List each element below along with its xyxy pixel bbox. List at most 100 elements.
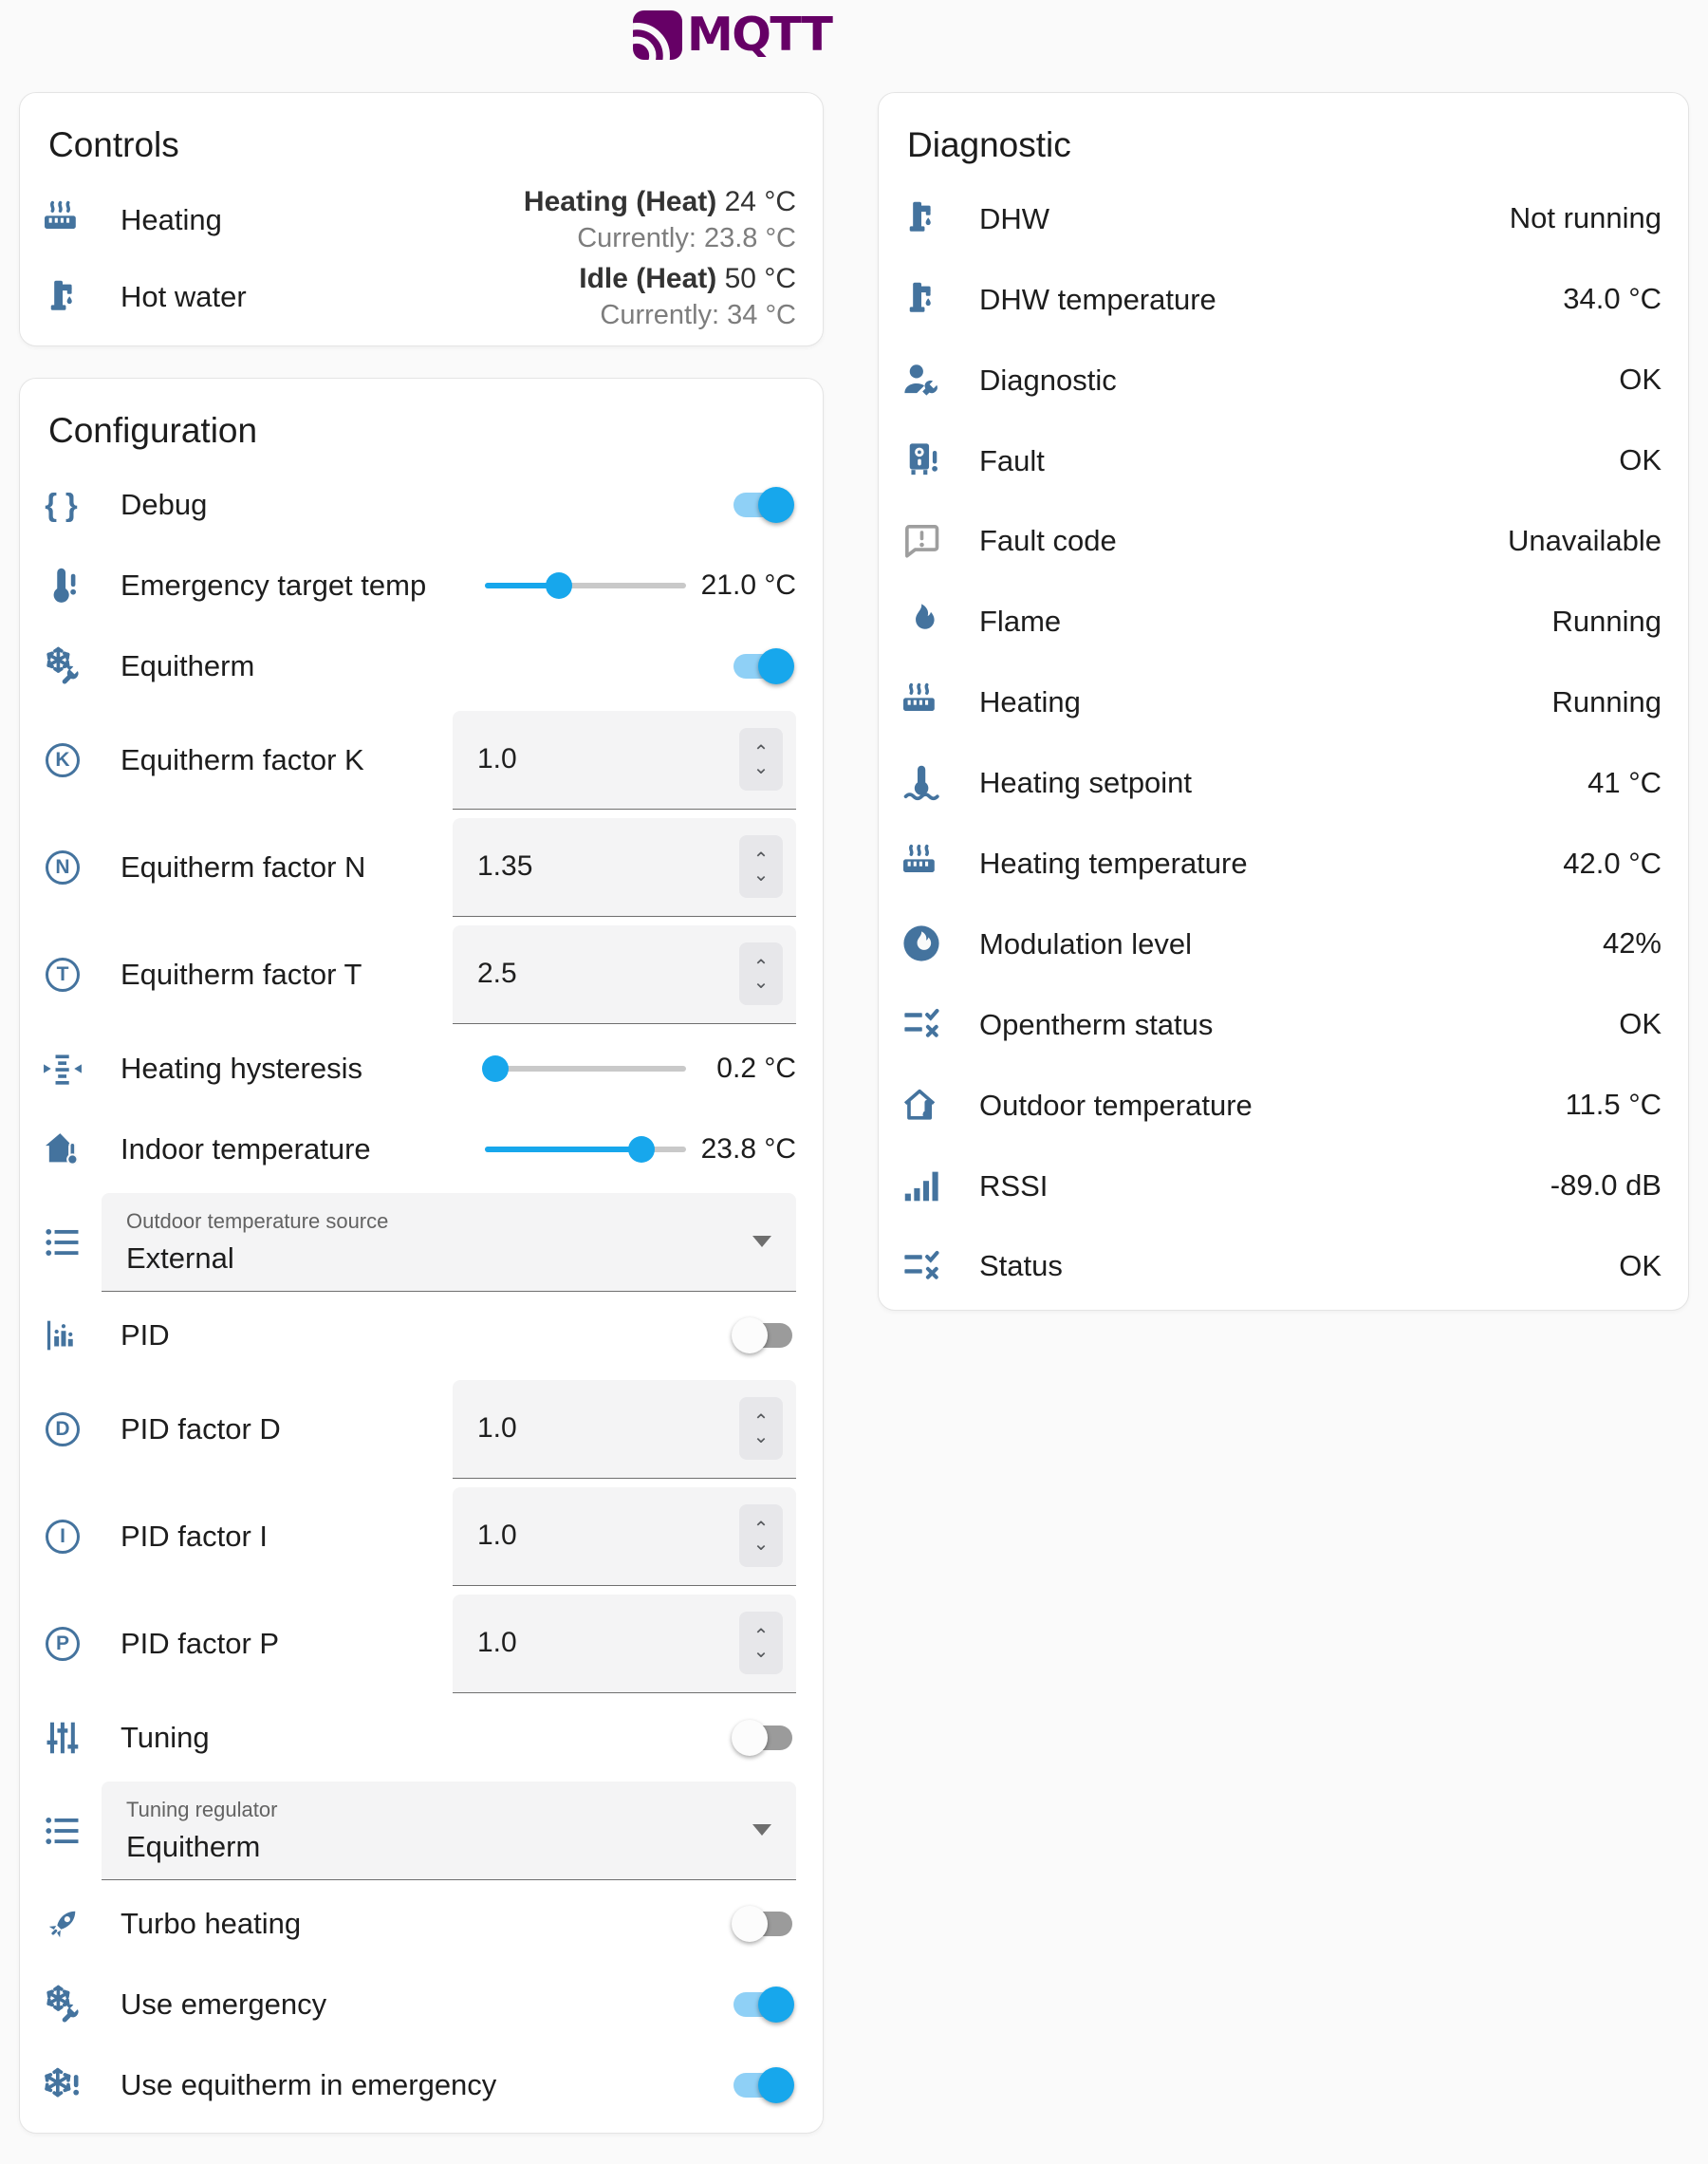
climate-state-name: Heating (Heat) bbox=[524, 186, 716, 217]
config-row-tuning: Tuning bbox=[20, 1697, 823, 1778]
thermometer-alert-icon bbox=[41, 564, 84, 607]
diag-row-fault-code[interactable]: Fault code Unavailable bbox=[879, 501, 1688, 582]
config-row-emergency-target-temp: Emergency target temp 21.0 °C bbox=[20, 545, 823, 625]
diag-row-label: Heating bbox=[979, 684, 1541, 719]
slider-knob[interactable] bbox=[628, 1136, 655, 1163]
alpha-p-circle-icon: P bbox=[41, 1622, 84, 1666]
slider-value: 23.8 °C bbox=[696, 1130, 796, 1167]
heating-hysteresis-slider[interactable] bbox=[485, 1054, 686, 1083]
diag-row-label: Status bbox=[979, 1248, 1607, 1283]
diag-row-modulation-level[interactable]: Modulation level 42% bbox=[879, 904, 1688, 984]
number-stepper[interactable]: ⌃⌄ bbox=[739, 1504, 783, 1567]
diag-row-value: 42.0 °C bbox=[1563, 847, 1662, 881]
config-row-indoor-temperature: Indoor temperature 23.8 °C bbox=[20, 1109, 823, 1189]
diag-row-label: Outdoor temperature bbox=[979, 1088, 1554, 1123]
equitherm-factor-t-input[interactable]: 2.5⌃⌄ bbox=[453, 925, 796, 1024]
slider-knob[interactable] bbox=[546, 572, 572, 599]
config-row-label: Equitherm factor N bbox=[121, 849, 453, 885]
config-row-pid: PID bbox=[20, 1295, 823, 1375]
diag-row-value: OK bbox=[1619, 1249, 1662, 1283]
equitherm-factor-k-input[interactable]: 1.0 ⌃⌄ bbox=[453, 711, 796, 810]
config-row-label: Equitherm factor T bbox=[121, 957, 453, 992]
snowflake-wrench-icon bbox=[41, 1983, 84, 2026]
number-value: 1.0 bbox=[477, 1627, 517, 1659]
mqtt-logo-icon bbox=[632, 9, 683, 61]
number-stepper[interactable]: ⌃⌄ bbox=[739, 728, 783, 791]
control-row-hot-water[interactable]: Hot water Idle (Heat) 50 °C Currently: 3… bbox=[20, 262, 823, 345]
diag-row-value: 34.0 °C bbox=[1563, 282, 1662, 316]
slider-knob[interactable] bbox=[482, 1055, 509, 1082]
alpha-n-circle-icon: N bbox=[41, 846, 84, 889]
pid-toggle[interactable] bbox=[732, 1316, 794, 1354]
indoor-temperature-slider[interactable] bbox=[485, 1135, 686, 1164]
config-row-label: Use emergency bbox=[121, 1987, 732, 2022]
list-status-icon bbox=[900, 1002, 943, 1046]
configuration-title: Configuration bbox=[20, 379, 823, 464]
diag-row-dhw-temperature[interactable]: DHW temperature 34.0 °C bbox=[879, 259, 1688, 340]
config-row-turbo-heating: Turbo heating bbox=[20, 1883, 823, 1964]
use-emergency-toggle[interactable] bbox=[732, 1986, 794, 2024]
diag-row-flame[interactable]: Flame Running bbox=[879, 581, 1688, 662]
diag-row-label: Heating temperature bbox=[979, 846, 1551, 881]
diag-row-dhw[interactable]: DHW Not running bbox=[879, 178, 1688, 259]
config-row-pid-factor-p: P PID factor P 1.0 ⌃⌄ bbox=[20, 1590, 823, 1697]
diag-row-diagnostic[interactable]: Diagnostic OK bbox=[879, 340, 1688, 420]
climate-state[interactable]: Heating (Heat) 24 °C Currently: 23.8 °C bbox=[524, 186, 796, 254]
pid-factor-p-input[interactable]: 1.0 ⌃⌄ bbox=[453, 1595, 796, 1693]
diag-row-label: DHW bbox=[979, 201, 1498, 236]
config-row-pid-factor-d: D PID factor D 1.0⌃⌄ bbox=[20, 1375, 823, 1483]
snowflake-alert-icon bbox=[41, 2063, 84, 2107]
config-row-label: Heating hysteresis bbox=[121, 1051, 477, 1086]
radiator-icon bbox=[900, 681, 943, 724]
equitherm-toggle[interactable] bbox=[732, 647, 794, 685]
number-stepper[interactable]: ⌃⌄ bbox=[739, 942, 783, 1005]
alpha-t-circle-icon: T bbox=[41, 953, 84, 997]
config-row-label: PID factor P bbox=[121, 1626, 453, 1661]
number-stepper[interactable]: ⌃⌄ bbox=[739, 835, 783, 898]
mqtt-logo: MQTT bbox=[632, 8, 831, 62]
control-row-heating[interactable]: Heating Heating (Heat) 24 °C Currently: … bbox=[20, 178, 823, 262]
emergency-target-temp-slider[interactable] bbox=[485, 571, 686, 600]
diag-row-rssi[interactable]: RSSI -89.0 dB bbox=[879, 1146, 1688, 1226]
outdoor-temperature-source-select[interactable]: Outdoor temperature source External bbox=[102, 1193, 796, 1292]
config-row-label: Debug bbox=[121, 487, 732, 522]
climate-current-temp: Currently: 34 °C bbox=[579, 300, 796, 331]
turbo-heating-toggle[interactable] bbox=[732, 1905, 794, 1943]
page-header: MQTT bbox=[0, 0, 1708, 92]
fire-icon bbox=[900, 600, 943, 644]
diag-row-label: Modulation level bbox=[979, 926, 1591, 961]
debug-toggle[interactable] bbox=[732, 486, 794, 524]
climate-state-name: Idle (Heat) bbox=[579, 263, 716, 294]
tuning-toggle[interactable] bbox=[732, 1719, 794, 1757]
water-boiler-alert-icon bbox=[900, 438, 943, 482]
config-row-label: Emergency target temp bbox=[121, 568, 477, 603]
diag-row-fault[interactable]: Fault OK bbox=[879, 420, 1688, 501]
diag-row-heating-temperature[interactable]: Heating temperature 42.0 °C bbox=[879, 823, 1688, 904]
config-row-label: Equitherm factor K bbox=[121, 742, 453, 777]
config-row-label: Use equitherm in emergency bbox=[121, 2067, 732, 2102]
select-label: Outdoor temperature source bbox=[126, 1209, 739, 1234]
diag-row-opentherm-status[interactable]: Opentherm status OK bbox=[879, 984, 1688, 1065]
config-row-label: Indoor temperature bbox=[121, 1131, 477, 1166]
config-row-label: PID factor I bbox=[121, 1519, 453, 1554]
number-stepper[interactable]: ⌃⌄ bbox=[739, 1397, 783, 1460]
tuning-regulator-select[interactable]: Tuning regulator Equitherm bbox=[102, 1782, 796, 1880]
pid-factor-i-input[interactable]: 1.0⌃⌄ bbox=[453, 1487, 796, 1586]
use-equitherm-in-emergency-toggle[interactable] bbox=[732, 2066, 794, 2104]
radiator-icon bbox=[900, 842, 943, 886]
diag-row-heating[interactable]: Heating Running bbox=[879, 662, 1688, 742]
diag-row-outdoor-temperature[interactable]: Outdoor temperature 11.5 °C bbox=[879, 1065, 1688, 1146]
tune-vertical-icon bbox=[41, 1716, 84, 1760]
number-stepper[interactable]: ⌃⌄ bbox=[739, 1612, 783, 1674]
config-row-equitherm-factor-n: N Equitherm factor N 1.35⌃⌄ bbox=[20, 813, 823, 921]
climate-state[interactable]: Idle (Heat) 50 °C Currently: 34 °C bbox=[579, 263, 796, 331]
diag-row-status[interactable]: Status OK bbox=[879, 1226, 1688, 1307]
controls-card: Controls Heating Heating (Heat) 24 °C Cu… bbox=[19, 92, 824, 346]
list-icon bbox=[41, 1221, 84, 1264]
diag-row-value: -89.0 dB bbox=[1550, 1168, 1662, 1203]
number-value: 1.0 bbox=[477, 743, 517, 775]
pid-factor-d-input[interactable]: 1.0⌃⌄ bbox=[453, 1380, 796, 1479]
alpha-k-circle-icon: K bbox=[41, 738, 84, 782]
equitherm-factor-n-input[interactable]: 1.35⌃⌄ bbox=[453, 818, 796, 917]
diag-row-heating-setpoint[interactable]: Heating setpoint 41 °C bbox=[879, 742, 1688, 823]
